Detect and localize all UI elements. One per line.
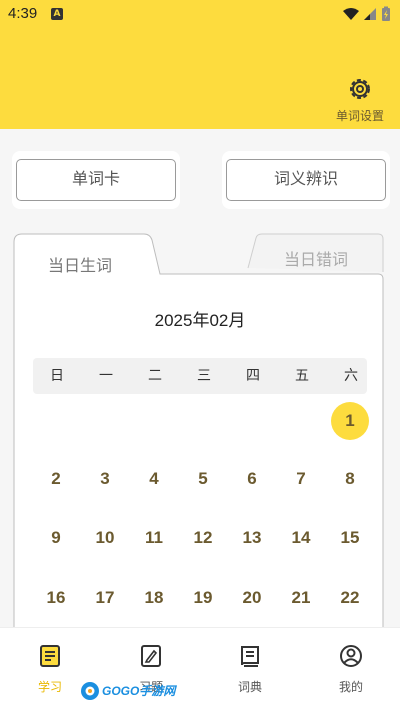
nav-dictionary-label: 词典 — [237, 680, 262, 694]
weekday-header: 日 一 二 三 四 五 六 — [33, 358, 367, 394]
profile-icon — [340, 645, 362, 667]
word-settings-button[interactable]: 单词设置 — [332, 76, 388, 124]
month-title: 2025年02月 — [154, 311, 246, 330]
header: 单词设置 — [0, 28, 400, 129]
wifi-icon — [343, 8, 359, 20]
word-meaning-button[interactable]: 词义辨识 — [226, 159, 386, 201]
battery-icon — [382, 6, 390, 21]
tab-today-mistakes[interactable]: 当日错词 — [284, 246, 348, 270]
word-card-container: 单词卡 — [12, 151, 180, 209]
weekday-sun: 日 — [50, 368, 64, 384]
weekday-mon: 一 — [99, 368, 113, 384]
status-bar: 4:39 A — [0, 0, 400, 28]
nav-study[interactable]: 学习 — [20, 644, 80, 695]
calendar-day[interactable]: 7 — [281, 459, 321, 499]
nav-dictionary[interactable]: 词典 — [220, 644, 280, 695]
weekday-fri: 五 — [295, 368, 309, 384]
weekday-sat: 六 — [344, 368, 358, 384]
calendar-day[interactable]: 3 — [85, 459, 125, 499]
calendar-day[interactable]: 5 — [183, 459, 223, 499]
calendar-day[interactable]: 22 — [330, 578, 370, 618]
calendar-day[interactable]: 8 — [330, 459, 370, 499]
word-meaning-container: 词义辨识 — [222, 151, 390, 209]
calendar-day[interactable]: 15 — [330, 518, 370, 558]
calendar-day[interactable]: 21 — [281, 578, 321, 618]
word-settings-label: 单词设置 — [335, 109, 384, 123]
calendar-day[interactable]: 16 — [36, 578, 76, 618]
notification-icon: A — [51, 8, 63, 20]
signal-icon — [364, 8, 376, 20]
calendar-day[interactable]: 17 — [85, 578, 125, 618]
calendar-day[interactable]: 10 — [85, 518, 125, 558]
tab-today-words[interactable]: 当日生词 — [48, 252, 112, 276]
dictionary-icon — [241, 646, 259, 667]
study-icon — [40, 645, 60, 667]
calendar-day[interactable]: 11 — [134, 518, 174, 558]
weekday-tue: 二 — [148, 368, 162, 384]
calendar-day[interactable]: 13 — [232, 518, 272, 558]
weekday-thu: 四 — [246, 368, 260, 384]
calendar-day-selected[interactable]: 1 — [331, 402, 369, 440]
watermark: GOGO手游网 — [80, 679, 175, 703]
calendar-day[interactable]: 4 — [134, 459, 174, 499]
status-time: 4:39 — [8, 5, 38, 22]
watermark-logo-icon — [81, 682, 99, 700]
calendar-day[interactable]: 2 — [36, 459, 76, 499]
calendar-day[interactable]: 19 — [183, 578, 223, 618]
bottom-nav: 学习 习题 词典 我的 — [0, 627, 400, 712]
status-icons — [342, 6, 392, 26]
exercise-icon — [141, 645, 161, 667]
calendar-day[interactable]: 9 — [36, 518, 76, 558]
weekday-wed: 三 — [197, 368, 211, 384]
calendar-day[interactable]: 14 — [281, 518, 321, 558]
nav-profile[interactable]: 我的 — [321, 644, 381, 695]
nav-study-label: 学习 — [37, 680, 62, 694]
calendar-day[interactable]: 18 — [134, 578, 174, 618]
word-card-button[interactable]: 单词卡 — [16, 159, 176, 201]
calendar-day[interactable]: 6 — [232, 459, 272, 499]
nav-profile-label: 我的 — [338, 680, 363, 694]
calendar-day[interactable]: 20 — [232, 578, 272, 618]
watermark-text: GOGO手游网 — [102, 684, 176, 698]
gear-icon — [350, 79, 370, 99]
calendar-day[interactable]: 12 — [183, 518, 223, 558]
